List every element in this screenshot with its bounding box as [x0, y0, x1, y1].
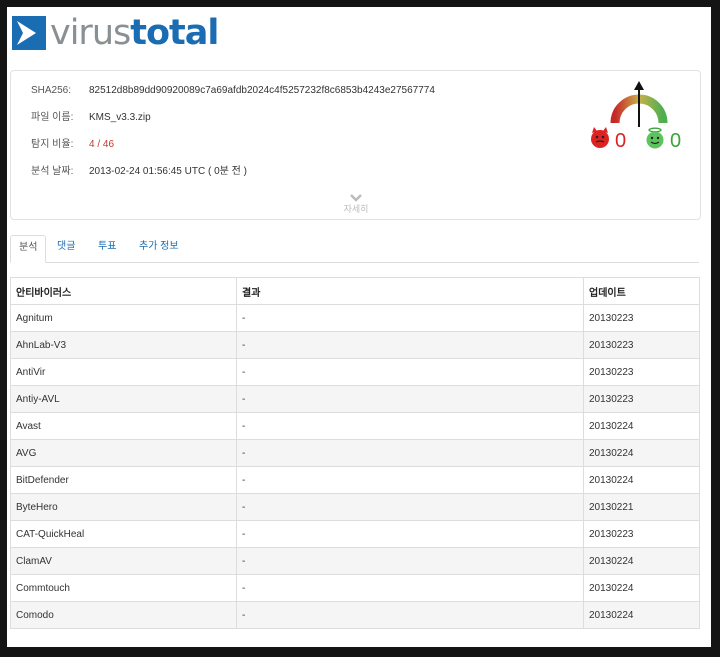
filename-value: KMS_v3.3.zip	[89, 112, 151, 123]
table-row: ClamAV -20130224	[10, 547, 700, 575]
scan-result: -	[236, 520, 584, 548]
sha-value: 82512d8b89dd90920089c7a69afdb2024c4f5257…	[89, 85, 435, 96]
engine-name: AhnLab-V3	[10, 331, 237, 359]
scan-result: -	[236, 412, 584, 440]
engine-name: ByteHero	[10, 493, 237, 521]
table-header-row: 안티바이러스 결과 업데이트	[10, 277, 700, 305]
engine-name: Avast	[10, 412, 237, 440]
ratio-label: 탐지 비율:	[31, 139, 74, 150]
scan-result: -	[236, 439, 584, 467]
date-label: 분석 날짜:	[31, 166, 74, 177]
harmless-votes[interactable]: 0	[644, 127, 681, 154]
scan-result: -	[236, 493, 584, 521]
tab-votes[interactable]: 투표	[98, 235, 116, 261]
sha-label: SHA256:	[31, 85, 72, 96]
update-date: 20130223	[583, 520, 700, 548]
scan-result: -	[236, 331, 584, 359]
header-update[interactable]: 업데이트	[583, 277, 700, 305]
logo-wordmark: virustotal	[50, 13, 219, 53]
engine-name: AntiVir	[10, 358, 237, 386]
analysis-date-value: 2013-02-24 01:56:45 UTC ( 0분 전 )	[89, 166, 247, 177]
update-date: 20130224	[583, 439, 700, 467]
table-row: AhnLab-V3-20130223	[10, 331, 700, 359]
malicious-vote-count: 0	[615, 129, 627, 152]
scan-result: -	[236, 466, 584, 494]
update-date: 20130224	[583, 574, 700, 602]
harmless-vote-count: 0	[670, 129, 682, 152]
table-row: AntiVir -20130223	[10, 358, 700, 386]
engine-name: Antiy-AVL	[10, 385, 237, 413]
table-row: Avast -20130224	[10, 412, 700, 440]
engine-name: BitDefender	[10, 466, 237, 494]
update-date: 20130224	[583, 412, 700, 440]
update-date: 20130223	[583, 385, 700, 413]
table-row: Comodo -20130224	[10, 601, 700, 629]
scan-result: -	[236, 601, 584, 629]
update-date: 20130221	[583, 493, 700, 521]
antivirus-results-table: 안티바이러스 결과 업데이트 Agnitum -20130223 AhnLab-V3…	[10, 277, 700, 629]
filename-label: 파일 이름:	[31, 112, 74, 123]
file-summary-card: SHA256: 82512d8b89dd90920089c7a69afdb202…	[10, 70, 701, 220]
header-result[interactable]: 결과	[236, 277, 584, 305]
scan-result: -	[236, 574, 584, 602]
table-body: Agnitum -20130223 AhnLab-V3-20130223 AntiVi…	[10, 304, 700, 629]
update-date: 20130224	[583, 601, 700, 629]
header-antivirus[interactable]: 안티바이러스	[10, 277, 237, 305]
table-row: CAT-QuickHeal -20130223	[10, 520, 700, 548]
table-row: Antiy-AVL -20130223	[10, 385, 700, 413]
update-date: 20130223	[583, 331, 700, 359]
page: virustotal SHA256: 82512d8b89dd90920089c…	[7, 7, 711, 647]
table-row: BitDefender -20130224	[10, 466, 700, 494]
engine-name: CAT-QuickHeal	[10, 520, 237, 548]
gauge-icon	[609, 77, 669, 131]
virustotal-logo[interactable]: virustotal	[12, 13, 219, 53]
malicious-votes[interactable]: 0	[589, 127, 626, 154]
engine-name: Comodo	[10, 601, 237, 629]
scan-result: -	[236, 385, 584, 413]
angel-icon	[644, 127, 666, 154]
details-toggle-button[interactable]: 자세히	[336, 193, 376, 215]
engine-name: Agnitum	[10, 304, 237, 332]
devil-icon	[589, 127, 611, 154]
table-row: Commtouch -20130224	[10, 574, 700, 602]
update-date: 20130224	[583, 547, 700, 575]
scan-result: -	[236, 304, 584, 332]
logo-total-text: total	[130, 13, 219, 53]
table-row: Agnitum -20130223	[10, 304, 700, 332]
detection-ratio-value: 4 / 46	[89, 139, 115, 150]
tab-additional-info[interactable]: 추가 정보	[139, 235, 179, 261]
update-date: 20130224	[583, 466, 700, 494]
update-date: 20130223	[583, 358, 700, 386]
scan-result: -	[236, 547, 584, 575]
scan-result: -	[236, 358, 584, 386]
update-date: 20130223	[583, 304, 700, 332]
chevron-down-icon	[336, 193, 376, 202]
tab-bar: 분석 댓글 투표 추가 정보	[10, 235, 699, 263]
tab-comments[interactable]: 댓글	[57, 235, 75, 261]
engine-name: AVG	[10, 439, 237, 467]
table-row: AVG -20130224	[10, 439, 700, 467]
details-label: 자세히	[343, 204, 369, 214]
engine-name: Commtouch	[10, 574, 237, 602]
virustotal-logo-icon	[12, 16, 46, 50]
table-row: ByteHero -20130221	[10, 493, 700, 521]
tab-analysis[interactable]: 분석	[10, 235, 47, 263]
engine-name: ClamAV	[10, 547, 237, 575]
logo-virus-text: virus	[50, 13, 131, 53]
